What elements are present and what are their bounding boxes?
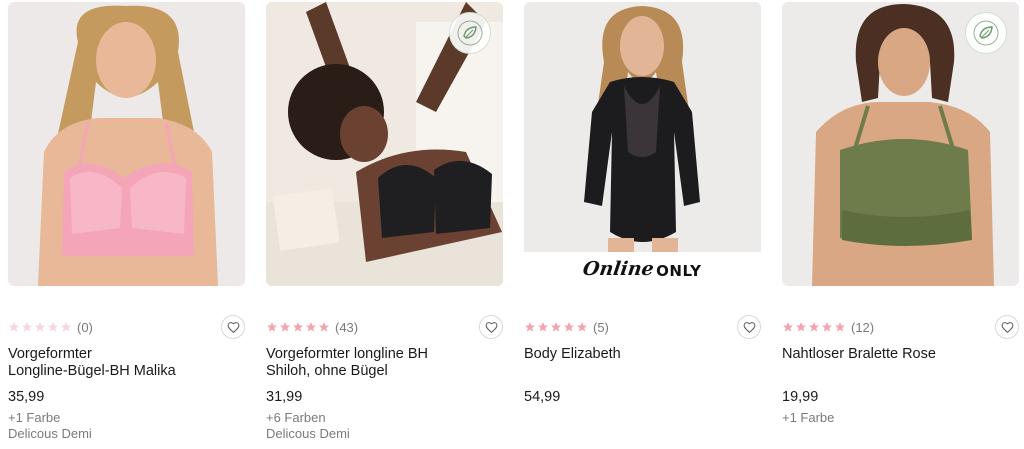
online-only-caps: ONLY	[656, 261, 702, 280]
collection-name: Delicous Demi	[8, 426, 92, 441]
product-photo	[8, 2, 245, 286]
product-name-line: Vorgeformter	[8, 346, 92, 362]
color-count: +6 Farben	[266, 410, 326, 425]
product-name[interactable]: Vorgeformter longline BH Shiloh, ohne Bü…	[266, 346, 502, 380]
product-name-line: Shiloh, ohne Bügel	[266, 363, 388, 379]
review-count: (43)	[335, 319, 359, 335]
review-count: (5)	[593, 319, 609, 335]
review-count: (12)	[851, 319, 875, 335]
product-price: 35,99	[8, 389, 45, 405]
collection-name: Delicous Demi	[266, 426, 350, 441]
product-image[interactable]	[782, 2, 1019, 286]
product-image[interactable]	[8, 2, 245, 286]
product-name-line: Nahtloser Bralette Rose	[782, 346, 936, 362]
leaf-icon	[973, 20, 999, 46]
heart-icon	[227, 321, 239, 333]
star-rating	[8, 321, 72, 333]
wishlist-button[interactable]	[479, 315, 503, 339]
rating: (5)	[524, 318, 609, 336]
star-icon	[783, 322, 793, 332]
product-name[interactable]: Body Elizabeth	[524, 346, 760, 363]
star-icon	[22, 322, 32, 332]
star-icon	[48, 322, 58, 332]
wishlist-button[interactable]	[737, 315, 761, 339]
product-meta: +6 Farben Delicous Demi	[266, 410, 350, 442]
sustainable-badge	[965, 12, 1007, 54]
product-name[interactable]: Nahtloser Bralette Rose	[782, 346, 1018, 363]
star-icon	[61, 322, 71, 332]
color-count: +1 Farbe	[8, 410, 61, 425]
star-icon	[319, 322, 329, 332]
rating: (0)	[8, 318, 93, 336]
wishlist-button[interactable]	[221, 315, 245, 339]
star-icon	[564, 322, 574, 332]
product-card[interactable]: (0) Vorgeformter Longline-Bügel-BH Malik…	[8, 0, 246, 449]
online-only-script: Online	[581, 258, 656, 280]
product-name-line: Body Elizabeth	[524, 346, 621, 362]
rating: (12)	[782, 318, 874, 336]
product-card[interactable]: (43) Vorgeformter longline BH Shiloh, oh…	[266, 0, 504, 449]
product-name-line: Vorgeformter longline BH	[266, 346, 428, 362]
star-icon	[267, 322, 277, 332]
sustainable-badge	[449, 12, 491, 54]
star-rating	[782, 321, 846, 333]
leaf-icon	[457, 20, 483, 46]
product-meta: +1 Farbe	[782, 410, 834, 426]
product-meta: +1 Farbe Delicous Demi	[8, 410, 92, 442]
product-image[interactable]: Online ONLY	[524, 2, 761, 286]
star-icon	[538, 322, 548, 332]
star-icon	[280, 322, 290, 332]
star-icon	[577, 322, 587, 332]
online-only-banner: Online ONLY	[524, 252, 761, 286]
star-icon	[9, 322, 19, 332]
star-rating	[524, 321, 588, 333]
product-grid: (0) Vorgeformter Longline-Bügel-BH Malik…	[0, 0, 1024, 449]
review-count: (0)	[77, 319, 93, 335]
star-icon	[809, 322, 819, 332]
star-icon	[306, 322, 316, 332]
product-card[interactable]: Online ONLY (5) Body Elizabeth 54,99	[524, 0, 762, 449]
product-price: 19,99	[782, 389, 819, 405]
heart-icon	[743, 321, 755, 333]
star-icon	[822, 322, 832, 332]
heart-icon	[485, 321, 497, 333]
star-icon	[293, 322, 303, 332]
color-count: +1 Farbe	[782, 410, 835, 425]
product-price: 31,99	[266, 389, 303, 405]
star-icon	[835, 322, 845, 332]
star-icon	[551, 322, 561, 332]
star-rating	[266, 321, 330, 333]
star-icon	[525, 322, 535, 332]
wishlist-button[interactable]	[995, 315, 1019, 339]
product-photo	[524, 2, 761, 286]
product-card[interactable]: (12) Nahtloser Bralette Rose 19,99 +1 Fa…	[782, 0, 1020, 449]
star-icon	[35, 322, 45, 332]
star-icon	[796, 322, 806, 332]
product-name-line: Longline-Bügel-BH Malika	[8, 363, 176, 379]
product-name[interactable]: Vorgeformter Longline-Bügel-BH Malika	[8, 346, 244, 380]
rating: (43)	[266, 318, 358, 336]
product-image[interactable]	[266, 2, 503, 286]
product-price: 54,99	[524, 389, 561, 405]
heart-icon	[1001, 321, 1013, 333]
